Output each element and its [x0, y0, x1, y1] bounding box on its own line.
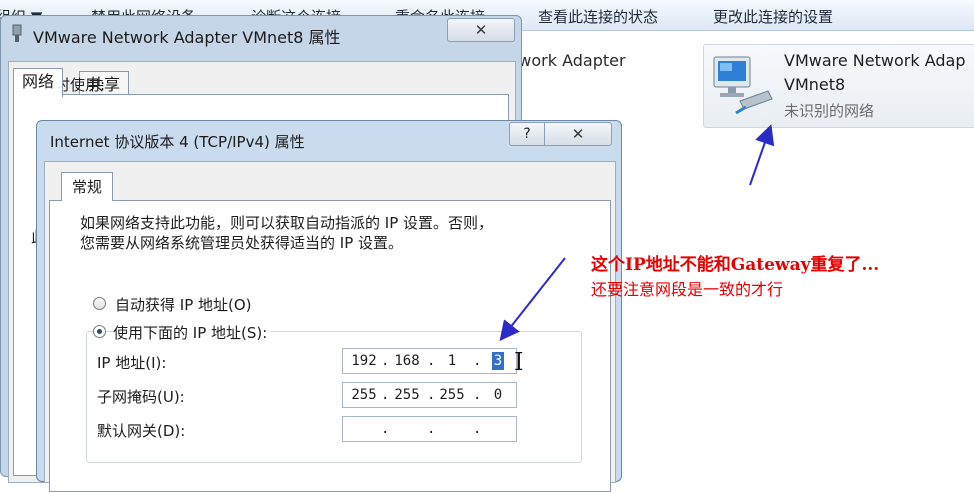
- tab-general[interactable]: 常规: [61, 172, 114, 201]
- annotation-arrows: [499, 124, 775, 342]
- tab-network[interactable]: 网络: [13, 68, 64, 97]
- arrow-to-ip-field: [499, 257, 566, 342]
- arrow-to-adapter: [749, 124, 775, 186]
